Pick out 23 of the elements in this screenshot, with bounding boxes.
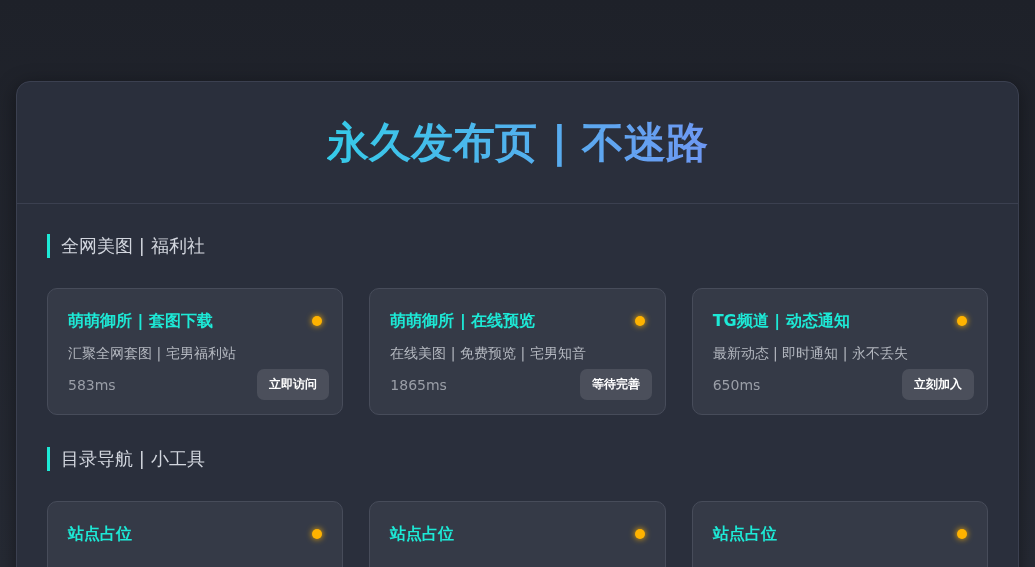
- section-heading: 全网美图 | 福利社: [47, 234, 988, 258]
- card-description: 汇聚全网套图 | 宅男福利站: [68, 344, 237, 363]
- card-title: 站点占位: [712, 523, 777, 545]
- latency-text: 1865ms: [390, 376, 447, 393]
- section-heading: 目录导航 | 小工具: [47, 447, 988, 471]
- card-description: 在线美图 | 免费预览 | 宅男知音: [390, 344, 587, 363]
- site-card[interactable]: 萌萌御所 | 在线预览 在线美图 | 免费预览 | 宅男知音 1865ms 等待完善: [369, 288, 666, 415]
- visit-button[interactable]: 立即访问: [257, 369, 330, 400]
- card-title: 萌萌御所 | 在线预览: [390, 310, 536, 332]
- latency-text: 650ms: [712, 376, 761, 393]
- card-title: 站点占位: [68, 523, 132, 545]
- site-card[interactable]: 站点占位: [691, 501, 988, 567]
- site-card[interactable]: TG频道 | 动态通知 最新动态 | 即时通知 | 永不丢失 650ms 立刻加入: [691, 288, 988, 415]
- visit-button[interactable]: 等待完善: [579, 369, 652, 400]
- card-title: 萌萌御所 | 套图下载: [68, 310, 213, 332]
- site-card[interactable]: 站点占位: [369, 501, 666, 567]
- card-title: TG频道 | 动态通知: [712, 310, 850, 332]
- visit-button[interactable]: 立刻加入: [902, 369, 974, 400]
- site-card[interactable]: 站点占位: [47, 501, 344, 567]
- site-card[interactable]: 萌萌御所 | 套图下载 汇聚全网套图 | 宅男福利站 583ms 立即访问: [47, 288, 344, 415]
- latency-text: 583ms: [68, 376, 116, 393]
- card-title: 站点占位: [390, 523, 455, 545]
- card-description: 最新动态 | 即时通知 | 永不丢失: [712, 344, 909, 363]
